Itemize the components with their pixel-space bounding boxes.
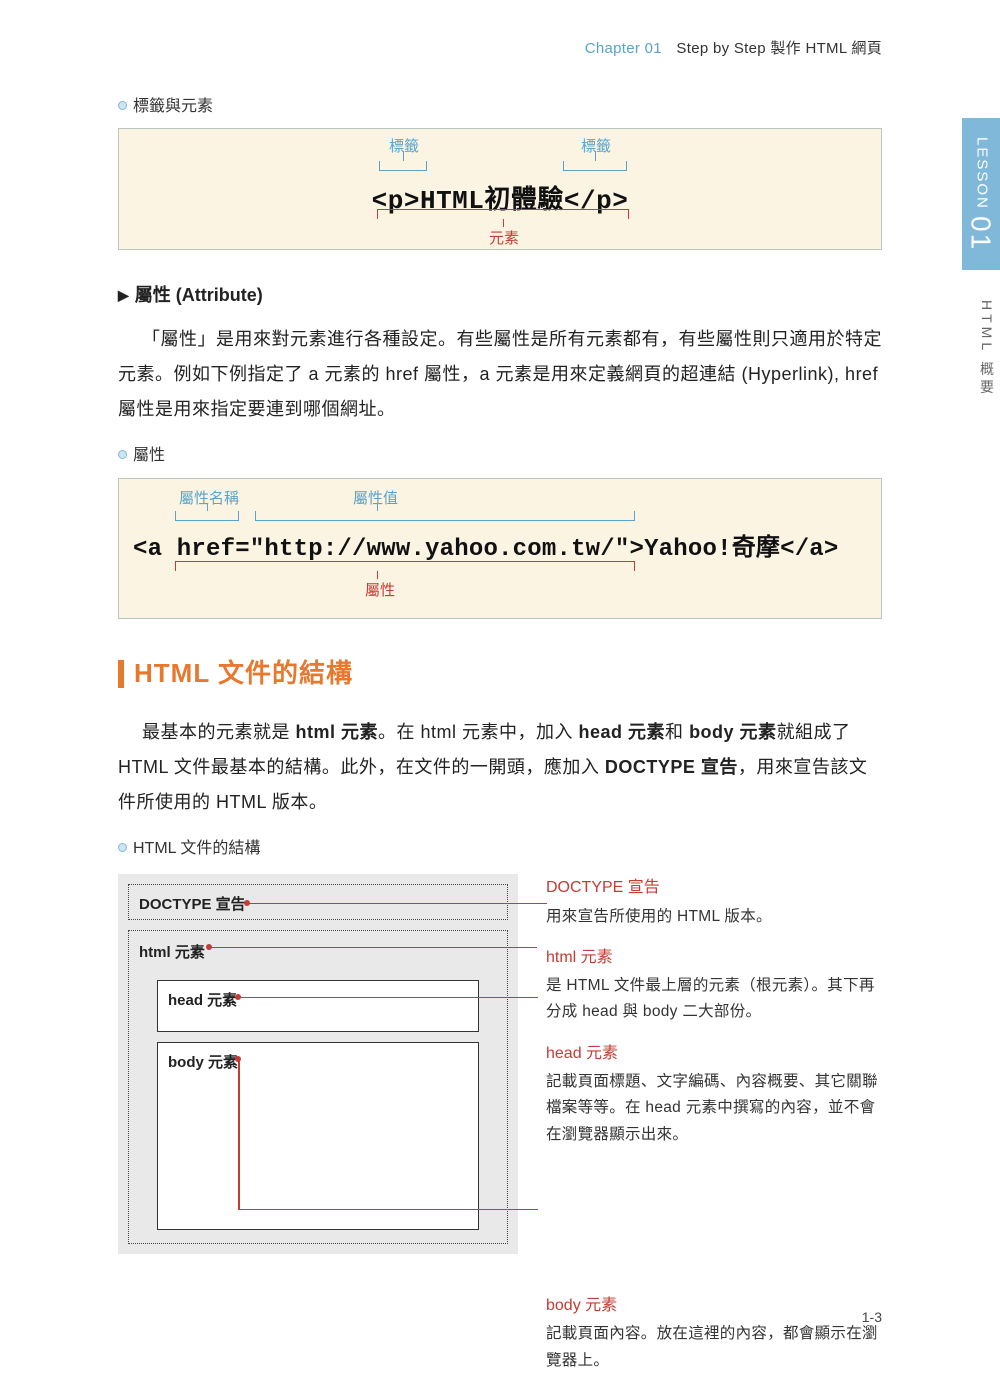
attr-value-label: 屬性值 [353, 485, 398, 514]
section2-heading: HTML 文件的結構 [118, 649, 882, 698]
bullet-icon [118, 843, 127, 852]
structure-heading: HTML 文件的結構 [118, 834, 882, 864]
structure-left-panel: DOCTYPE 宣告 html 元素 head 元素 body 元素 [118, 874, 518, 1254]
doctype-title: DOCTYPE 宣告 [546, 874, 882, 901]
example2-heading: 屬性 [118, 441, 882, 471]
example1-heading: 標籤與元素 [118, 92, 882, 122]
body-title: body 元素 [546, 1292, 882, 1319]
section-bar-icon [118, 660, 124, 688]
lesson-number: 01 [954, 216, 1000, 251]
page-number: 1-3 [862, 1304, 882, 1331]
chapter-label: Chapter 01 [585, 40, 662, 57]
tag-label-left: 標籤 [389, 133, 419, 162]
attr-label: 屬性 [365, 577, 395, 606]
lesson-label: LESSON [967, 137, 996, 210]
head-title: head 元素 [546, 1040, 882, 1067]
attribute-paragraph: 「屬性」是用來對元素進行各種設定。有些屬性是所有元素都有，有些屬性則只適用於特定… [118, 322, 882, 427]
doctype-desc: 用來宣告所使用的 HTML 版本。 [546, 904, 882, 930]
body-desc: 記載頁面內容。放在這裡的內容，都會顯示在瀏覽器上。 [546, 1321, 882, 1374]
example1-box: 標籤 標籤 <p>HTML初體驗</p> 元素 [118, 128, 882, 250]
lesson-tab: LESSON 01 [962, 118, 1000, 270]
html-title: html 元素 [546, 944, 882, 971]
tag-label-right: 標籤 [581, 133, 611, 162]
attr-name-label: 屬性名稱 [179, 485, 239, 514]
chapter-title: Step by Step 製作 HTML 網頁 [676, 40, 882, 57]
attribute-heading: ▶屬性 (Attribute) [118, 278, 882, 312]
html-box: html 元素 head 元素 body 元素 [128, 930, 508, 1244]
structure-diagram: DOCTYPE 宣告 html 元素 head 元素 body 元素 [118, 874, 882, 1388]
head-box: head 元素 [157, 980, 479, 1032]
section2-paragraph: 最基本的元素就是 html 元素。在 html 元素中，加入 head 元素和 … [118, 715, 882, 820]
bullet-icon [118, 450, 127, 459]
html-desc: 是 HTML 文件最上層的元素（根元素）。其下再分成 head 與 body 二… [546, 973, 882, 1026]
example2-box: 屬性名稱 屬性值 <a href="http://www.yahoo.com.t… [118, 478, 882, 620]
chapter-header: Chapter 01 Step by Step 製作 HTML 網頁 [118, 35, 882, 64]
structure-descriptions: DOCTYPE 宣告 用來宣告所使用的 HTML 版本。 html 元素 是 H… [546, 874, 882, 1388]
bullet-icon [118, 101, 127, 110]
triangle-icon: ▶ [118, 282, 129, 309]
doctype-box: DOCTYPE 宣告 [128, 884, 508, 920]
body-box: body 元素 [157, 1042, 479, 1230]
lesson-subtitle: HTML 概要 [970, 300, 1000, 397]
head-desc: 記載頁面標題、文字編碼、內容概要、其它關聯檔案等等。在 head 元素中撰寫的內… [546, 1069, 882, 1148]
element-label: 元素 [489, 225, 519, 254]
